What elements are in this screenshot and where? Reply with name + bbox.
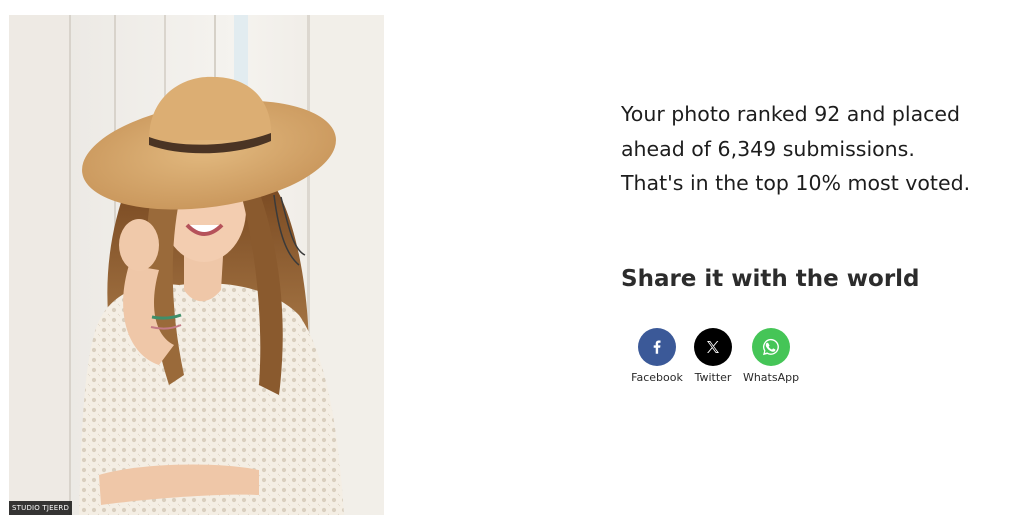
- ranking-line-1: Your photo ranked 92 and placed: [621, 102, 961, 126]
- x-twitter-icon: [707, 341, 719, 353]
- result-panel: Your photo ranked 92 and placed ahead of…: [621, 97, 1016, 384]
- photo-credit-watermark: STUDIO TJEERD: [9, 501, 73, 515]
- whatsapp-icon: [763, 338, 779, 356]
- ranking-line-2: ahead of 6,349 submissions.: [621, 136, 915, 161]
- twitter-label: Twitter: [694, 371, 732, 384]
- whatsapp-circle[interactable]: [752, 328, 790, 366]
- ranking-summary: Your photo ranked 92 and placed ahead of…: [621, 97, 1016, 201]
- whatsapp-label: WhatsApp: [742, 371, 800, 384]
- portrait-image: [9, 15, 384, 515]
- facebook-icon: [653, 340, 661, 354]
- ranking-line-3: That's in the top 10% most voted.: [621, 171, 971, 195]
- share-whatsapp-button[interactable]: WhatsApp: [741, 328, 801, 384]
- share-heading: Share it with the world: [621, 266, 920, 292]
- share-buttons: Facebook Twitter WhatsApp: [629, 328, 801, 384]
- share-facebook-button[interactable]: Facebook: [629, 328, 685, 384]
- submission-photo: STUDIO TJEERD: [9, 15, 384, 515]
- share-twitter-button[interactable]: Twitter: [685, 328, 741, 384]
- twitter-circle[interactable]: [694, 328, 732, 366]
- facebook-circle[interactable]: [638, 328, 676, 366]
- facebook-label: Facebook: [631, 371, 683, 384]
